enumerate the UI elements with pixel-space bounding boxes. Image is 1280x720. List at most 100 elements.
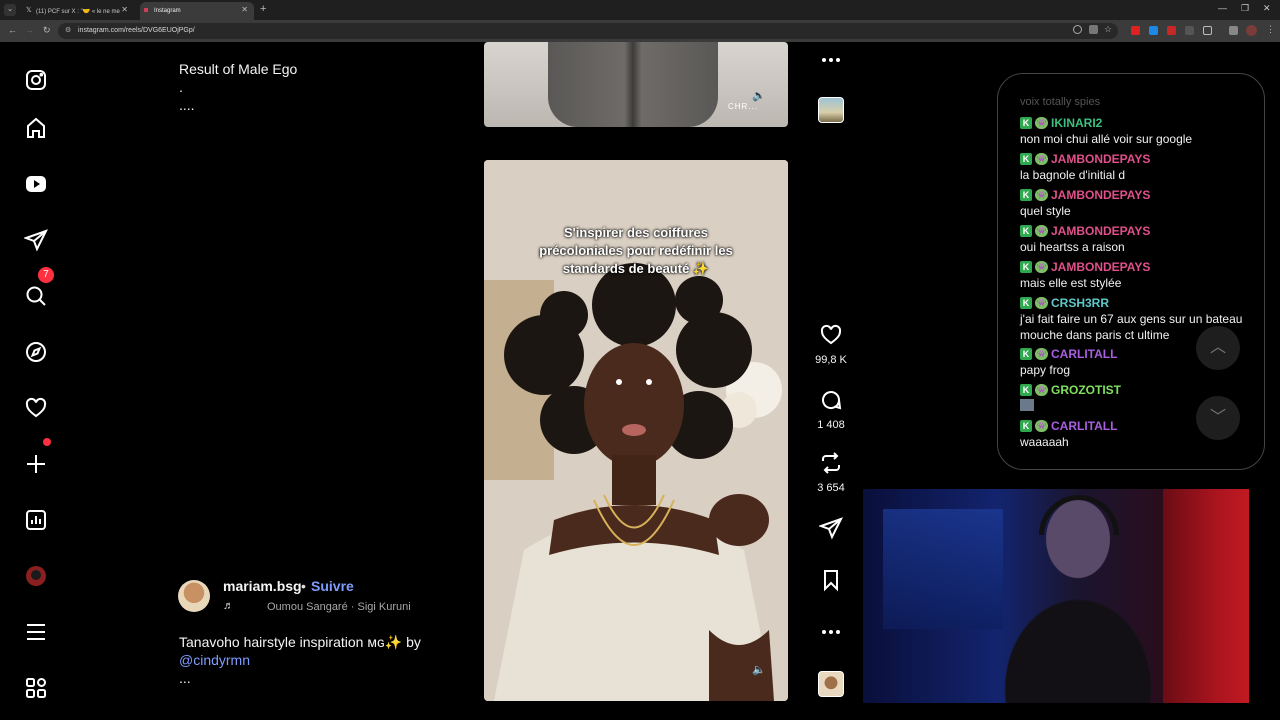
home-icon[interactable] bbox=[22, 114, 50, 142]
site-info-icon[interactable]: ⚙ bbox=[65, 23, 71, 39]
caption-mention-link[interactable]: @cindyrmn bbox=[179, 651, 421, 669]
profile-avatar-icon[interactable] bbox=[22, 562, 50, 590]
audio-icon[interactable]: 🔈 bbox=[752, 663, 766, 676]
alien-badge-icon: 👾 bbox=[1035, 117, 1048, 129]
messages-icon[interactable] bbox=[22, 226, 50, 254]
tab-title: (11) PCF sur X : "🤝 « le ne me bbox=[36, 8, 120, 15]
sidebar-icon[interactable] bbox=[1229, 26, 1238, 35]
alien-badge-icon: 👾 bbox=[1035, 297, 1048, 309]
extension-icon[interactable] bbox=[1149, 26, 1158, 35]
chat-username: CRSH3RR bbox=[1051, 296, 1110, 310]
music-track[interactable]: Oumou Sangaré · Sigi Kuruni bbox=[267, 601, 420, 613]
audio-thumbnail[interactable] bbox=[818, 671, 844, 697]
zoom-icon[interactable] bbox=[1073, 25, 1082, 34]
save-button[interactable] bbox=[815, 568, 847, 597]
chat-message: K 👾 JAMBONDEPAYS la bagnole d'initial d bbox=[1020, 151, 1255, 183]
extension-icon[interactable] bbox=[1131, 26, 1140, 35]
chat-username: IKINARI2 bbox=[1051, 116, 1103, 130]
chat-message: K 👾 JAMBONDEPAYS mais elle est stylée bbox=[1020, 259, 1255, 291]
create-plus-icon[interactable] bbox=[22, 450, 50, 478]
audio-icon[interactable]: 🔈 bbox=[752, 89, 766, 102]
tab-instagram[interactable]: ◙ Instagram ✕ bbox=[140, 2, 254, 20]
share-button[interactable] bbox=[815, 516, 847, 545]
profile-avatar[interactable] bbox=[1246, 25, 1257, 36]
like-count: 99,8 K bbox=[815, 354, 847, 366]
k-badge-icon: K bbox=[1020, 297, 1032, 309]
chat-text: la bagnole d'initial d bbox=[1020, 168, 1126, 182]
menu-dots-icon[interactable]: ⋮ bbox=[1266, 24, 1275, 35]
chat-username: JAMBONDEPAYS bbox=[1051, 152, 1151, 166]
tab-list-button[interactable]: ⌄ bbox=[4, 4, 16, 16]
close-icon[interactable]: ✕ bbox=[121, 5, 128, 14]
streamer-webcam bbox=[863, 489, 1249, 703]
extension-icon[interactable] bbox=[1185, 26, 1194, 35]
meta-apps-grid-icon[interactable] bbox=[22, 674, 50, 702]
caption-more[interactable]: ... bbox=[179, 669, 421, 687]
author-username[interactable]: mariam.bsg bbox=[223, 578, 302, 594]
browser-toolbar: ← → ↻ ⚙ instagram.com/reels/DVG6EUOjPGp/… bbox=[0, 20, 1280, 42]
browser-tab-bar: ⌄ 𝕏 (11) PCF sur X : "🤝 « le ne me ✕ ◙ I… bbox=[0, 0, 1280, 20]
video-frame-content bbox=[548, 42, 718, 127]
webcam-red-light bbox=[1163, 489, 1249, 703]
k-badge-icon: K bbox=[1020, 261, 1032, 273]
caption-line: . bbox=[179, 79, 183, 95]
author-avatar[interactable] bbox=[178, 580, 210, 612]
screenshot-icon[interactable] bbox=[1089, 25, 1098, 34]
back-icon[interactable]: ← bbox=[8, 25, 17, 35]
k-badge-icon: K bbox=[1020, 153, 1032, 165]
chat-text: quel style bbox=[1020, 204, 1071, 218]
k-badge-icon: K bbox=[1020, 384, 1032, 396]
restore-icon[interactable]: ❐ bbox=[1241, 3, 1249, 14]
alien-badge-icon: 👾 bbox=[1035, 189, 1048, 201]
chat-emote-image bbox=[1020, 399, 1034, 411]
reel-caption: Tanavoho hairstyle inspiration ᴍɢ✨ by @c… bbox=[179, 633, 421, 687]
webcam-background-monitor bbox=[883, 509, 1003, 629]
k-badge-icon: K bbox=[1020, 348, 1032, 360]
more-menu-icon[interactable] bbox=[22, 618, 50, 646]
like-button[interactable]: 99,8 K bbox=[815, 323, 847, 366]
url-input[interactable]: ⚙ instagram.com/reels/DVG6EUOjPGp/ bbox=[58, 23, 1118, 39]
overlay-line: standards de beauté ✨ bbox=[562, 261, 710, 276]
reel-overlay-text: S'inspirer des coiffures précoloniales p… bbox=[484, 224, 788, 278]
more-options-button[interactable] bbox=[815, 620, 847, 649]
x-icon: 𝕏 bbox=[26, 7, 32, 14]
extension-icon[interactable] bbox=[1167, 26, 1176, 35]
instagram-logo-icon[interactable] bbox=[22, 66, 50, 94]
forward-icon[interactable]: → bbox=[25, 25, 34, 35]
close-icon[interactable]: ✕ bbox=[241, 5, 248, 14]
explore-compass-icon[interactable] bbox=[22, 338, 50, 366]
bookmark-icon bbox=[824, 570, 838, 592]
dashboard-chart-icon[interactable] bbox=[22, 506, 50, 534]
send-icon bbox=[818, 517, 843, 540]
extensions-puzzle-icon[interactable] bbox=[1203, 26, 1212, 35]
more-options-icon[interactable] bbox=[815, 48, 847, 77]
close-window-icon[interactable]: ✕ bbox=[1263, 3, 1271, 14]
alien-badge-icon: 👾 bbox=[1035, 384, 1048, 396]
instagram-sidebar: 7 bbox=[0, 42, 72, 720]
scroll-up-arrow-icon[interactable]: ︿ bbox=[1196, 326, 1240, 370]
scroll-down-arrow-icon[interactable]: ﹀ bbox=[1196, 396, 1240, 440]
new-tab-button[interactable]: + bbox=[260, 3, 266, 15]
minimize-icon[interactable]: — bbox=[1218, 3, 1227, 13]
faded-chat-message: voix totally spies bbox=[1020, 96, 1101, 108]
repost-icon bbox=[822, 452, 840, 474]
chat-username: JAMBONDEPAYS bbox=[1051, 224, 1151, 238]
tab-x[interactable]: 𝕏 (11) PCF sur X : "🤝 « le ne me ✕ bbox=[22, 2, 134, 20]
current-reel-video[interactable]: S'inspirer des coiffures précoloniales p… bbox=[484, 160, 788, 701]
search-icon[interactable] bbox=[22, 282, 50, 310]
follow-button[interactable]: Suivre bbox=[311, 578, 354, 594]
heart-notifications-icon[interactable] bbox=[22, 394, 50, 422]
comment-button[interactable]: 1 408 bbox=[815, 388, 847, 431]
reload-icon[interactable]: ↻ bbox=[43, 25, 51, 36]
overlay-line: S'inspirer des coiffures bbox=[564, 225, 708, 240]
repost-count: 3 654 bbox=[817, 482, 845, 494]
chat-username: GROZOTIST bbox=[1051, 383, 1121, 397]
alien-badge-icon: 👾 bbox=[1035, 225, 1048, 237]
alien-badge-icon: 👾 bbox=[1035, 153, 1048, 165]
audio-thumbnail[interactable] bbox=[818, 97, 844, 123]
tab-title: Instagram bbox=[154, 8, 181, 14]
bookmark-star-icon[interactable]: ☆ bbox=[1104, 24, 1112, 35]
repost-button[interactable]: 3 654 bbox=[815, 451, 847, 494]
reels-icon[interactable] bbox=[22, 170, 50, 198]
previous-reel-video[interactable]: CHR... 🔈 bbox=[484, 42, 788, 127]
